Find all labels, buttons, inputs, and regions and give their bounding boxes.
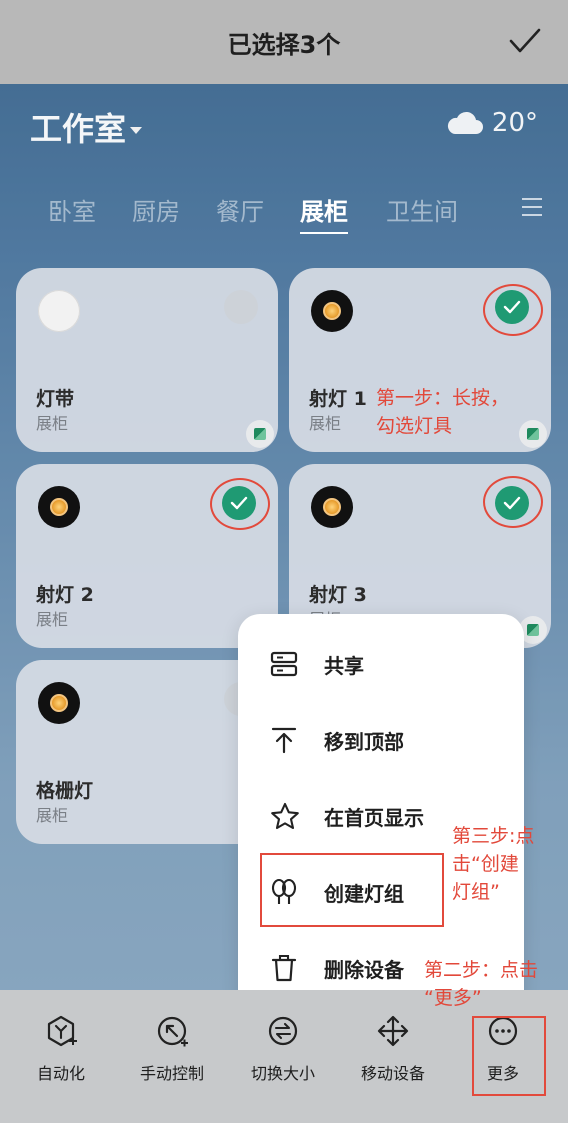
confirm-checkmark-icon[interactable] bbox=[508, 26, 542, 56]
temperature: 20° bbox=[491, 108, 538, 138]
device-name: 射灯 2 bbox=[36, 584, 94, 606]
toolbar-manual-control[interactable]: 手动控制 bbox=[117, 1014, 227, 1084]
chevron-down-icon bbox=[130, 126, 143, 134]
menu-item-share[interactable]: 共享 bbox=[238, 626, 524, 702]
menu-item-move-top[interactable]: 移到顶部 bbox=[238, 702, 524, 778]
toolbar-resize[interactable]: 切换大小 bbox=[228, 1014, 338, 1084]
share-icon bbox=[270, 651, 298, 677]
weather-widget: 20° bbox=[446, 108, 538, 138]
active-tab-indicator bbox=[300, 232, 348, 234]
device-name: 射灯 3 bbox=[309, 584, 367, 606]
room-selector[interactable]: 工作室 bbox=[30, 104, 143, 150]
device-card-light-strip[interactable]: 灯带 展柜 bbox=[16, 268, 278, 452]
device-badge-icon bbox=[246, 420, 274, 448]
more-actions-menu: 共享 移到顶部 在首页显示 创建灯组 删除设备 bbox=[238, 614, 524, 1012]
resize-icon bbox=[268, 1016, 298, 1046]
menu-item-label: 共享 bbox=[324, 653, 364, 678]
trash-icon bbox=[271, 954, 297, 982]
annotation-step2: 第二步：点击 “更多” bbox=[424, 959, 539, 1009]
device-room: 展柜 bbox=[36, 806, 69, 825]
toolbar-label: 切换大小 bbox=[250, 1064, 315, 1083]
toolbar-automation[interactable]: 自动化 bbox=[6, 1014, 116, 1084]
tab-kitchen[interactable]: 厨房 bbox=[132, 192, 180, 227]
move-icon bbox=[377, 1015, 409, 1047]
menu-item-label: 在首页显示 bbox=[324, 805, 424, 830]
annotation-highlight-more bbox=[472, 1016, 546, 1096]
annotation-ring bbox=[210, 478, 270, 530]
toolbar-label: 手动控制 bbox=[139, 1064, 204, 1083]
device-badge-icon bbox=[519, 420, 547, 448]
grille-light-icon bbox=[38, 682, 80, 724]
tab-bedroom[interactable]: 卧室 bbox=[48, 192, 96, 227]
tab-dining[interactable]: 餐厅 bbox=[216, 192, 264, 227]
selection-header: 已选择3个 bbox=[0, 0, 568, 84]
room-tabs: 卧室 厨房 餐厅 展柜 卫生间 bbox=[0, 188, 568, 238]
manual-control-icon bbox=[157, 1016, 188, 1047]
device-name: 灯带 bbox=[36, 388, 75, 410]
selection-count-title: 已选择3个 bbox=[227, 30, 341, 59]
menu-item-label: 移到顶部 bbox=[324, 729, 404, 754]
automation-icon bbox=[47, 1015, 77, 1047]
tab-bathroom[interactable]: 卫生间 bbox=[386, 192, 458, 227]
device-room: 展柜 bbox=[36, 610, 69, 629]
annotation-ring bbox=[483, 284, 543, 336]
move-top-icon bbox=[271, 727, 297, 754]
spotlight-icon bbox=[311, 290, 353, 332]
tab-showcase[interactable]: 展柜 bbox=[300, 192, 348, 227]
star-icon bbox=[271, 802, 299, 830]
device-room: 展柜 bbox=[309, 414, 342, 433]
spotlight-icon bbox=[311, 486, 353, 528]
device-room: 展柜 bbox=[36, 414, 69, 433]
annotation-step3: 第三步:点 击“创建 灯组” bbox=[452, 825, 535, 903]
annotation-ring bbox=[483, 476, 543, 528]
toolbar-move-device[interactable]: 移动设备 bbox=[338, 1014, 448, 1084]
toolbar-label: 移动设备 bbox=[360, 1064, 425, 1083]
menu-item-label: 删除设备 bbox=[324, 957, 404, 982]
annotation-highlight-create-group bbox=[260, 853, 444, 927]
tab-menu-icon[interactable] bbox=[522, 198, 542, 216]
annotation-step1: 第一步：长按， 勾选灯具 bbox=[376, 387, 510, 437]
light-strip-icon bbox=[38, 290, 80, 332]
toolbar-label: 自动化 bbox=[36, 1064, 85, 1083]
device-name: 射灯 1 bbox=[309, 388, 367, 410]
cloud-icon bbox=[447, 111, 483, 134]
spotlight-icon bbox=[38, 486, 80, 528]
unselected-indicator[interactable] bbox=[224, 290, 258, 324]
room-name: 工作室 bbox=[30, 110, 127, 148]
device-name: 格栅灯 bbox=[36, 780, 94, 802]
